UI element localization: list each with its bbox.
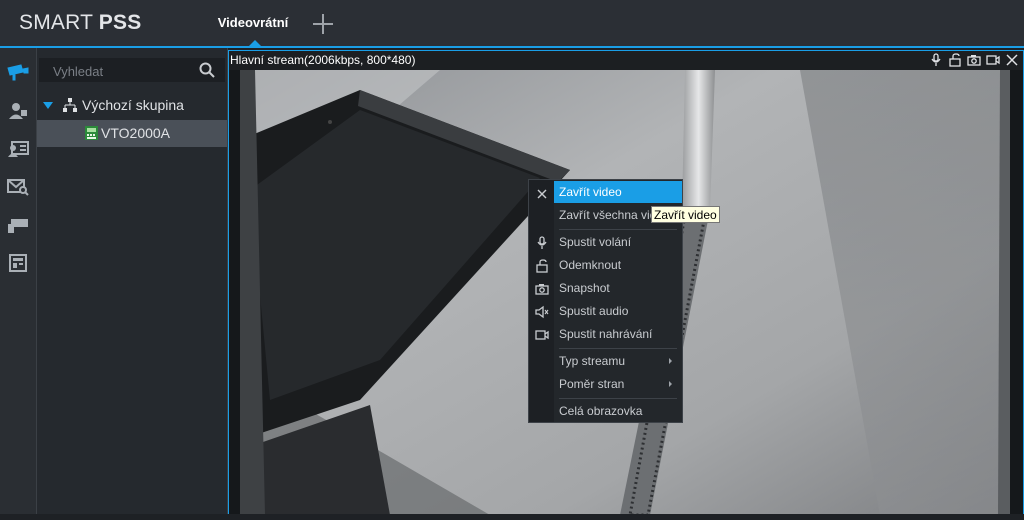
menu-item-close-video[interactable]: Zavřít video [554,181,682,203]
snapshot-icon[interactable] [967,53,981,67]
menu-item-label: Typ streamu [559,354,626,368]
tree-device-label: VTO2000A [101,125,171,141]
function-rail [0,48,37,520]
app-logo: SMART PSS [19,11,142,34]
camera-icon [535,282,549,296]
menu-item-start-audio[interactable]: Spustit audio [554,300,682,322]
id-card-icon[interactable] [0,130,36,168]
submenu-arrow-icon [669,381,672,387]
tooltip: Zavřít video [651,206,720,223]
device-panel: Výchozí skupina VTO2000A [37,48,228,520]
top-bar: SMART PSS Videovrátní [0,0,1024,48]
menu-item-snapshot[interactable]: Snapshot [554,277,682,299]
close-icon[interactable] [1005,53,1019,67]
camera-icon[interactable] [0,54,36,92]
menu-item-aspect-ratio[interactable]: Poměr stran [554,373,682,395]
menu-separator [559,398,677,399]
speaker-icon [535,305,549,319]
panel-icon[interactable] [0,244,36,282]
menu-item-label: Poměr stran [559,377,625,391]
video-header: Hlavní stream(2006kbps, 800*480) [229,51,1023,70]
tree-group-label: Výchozí skupina [82,97,184,113]
submenu-arrow-icon [669,358,672,364]
microphone-icon[interactable] [929,53,943,67]
unlock-icon[interactable] [948,53,962,67]
record-icon[interactable] [986,53,1000,67]
unlock-icon [535,259,549,273]
menu-item-fullscreen[interactable]: Celá obrazovka [554,400,682,422]
add-tab-icon[interactable] [311,12,335,36]
door-station-icon [85,126,98,143]
context-menu-gutter [529,180,554,422]
search-icon[interactable] [199,62,215,83]
menu-item-stream-type[interactable]: Typ streamu [554,350,682,372]
mail-search-icon[interactable] [0,168,36,206]
expand-arrow-icon[interactable] [43,102,53,109]
active-tab-indicator [249,40,261,46]
close-icon [535,187,549,201]
search-input[interactable] [51,61,195,81]
menu-item-start-recording[interactable]: Spustit nahrávání [554,323,682,345]
stream-label: Hlavní stream(2006kbps, 800*480) [230,53,416,67]
search-box [39,58,225,82]
bottom-strip [0,514,1024,520]
record-icon [535,328,549,342]
user-icon[interactable] [0,92,36,130]
tree-device-vto2000a[interactable]: VTO2000A [37,120,227,147]
menu-separator [559,348,677,349]
menu-item-unlock[interactable]: Odemknout [554,254,682,276]
tree-group-default[interactable]: Výchozí skupina [37,95,227,117]
menu-separator [559,229,677,230]
group-tree-icon [63,98,77,115]
microphone-icon [535,236,549,250]
card-reader-icon[interactable] [0,206,36,244]
menu-item-start-call[interactable]: Spustit volání [554,231,682,253]
